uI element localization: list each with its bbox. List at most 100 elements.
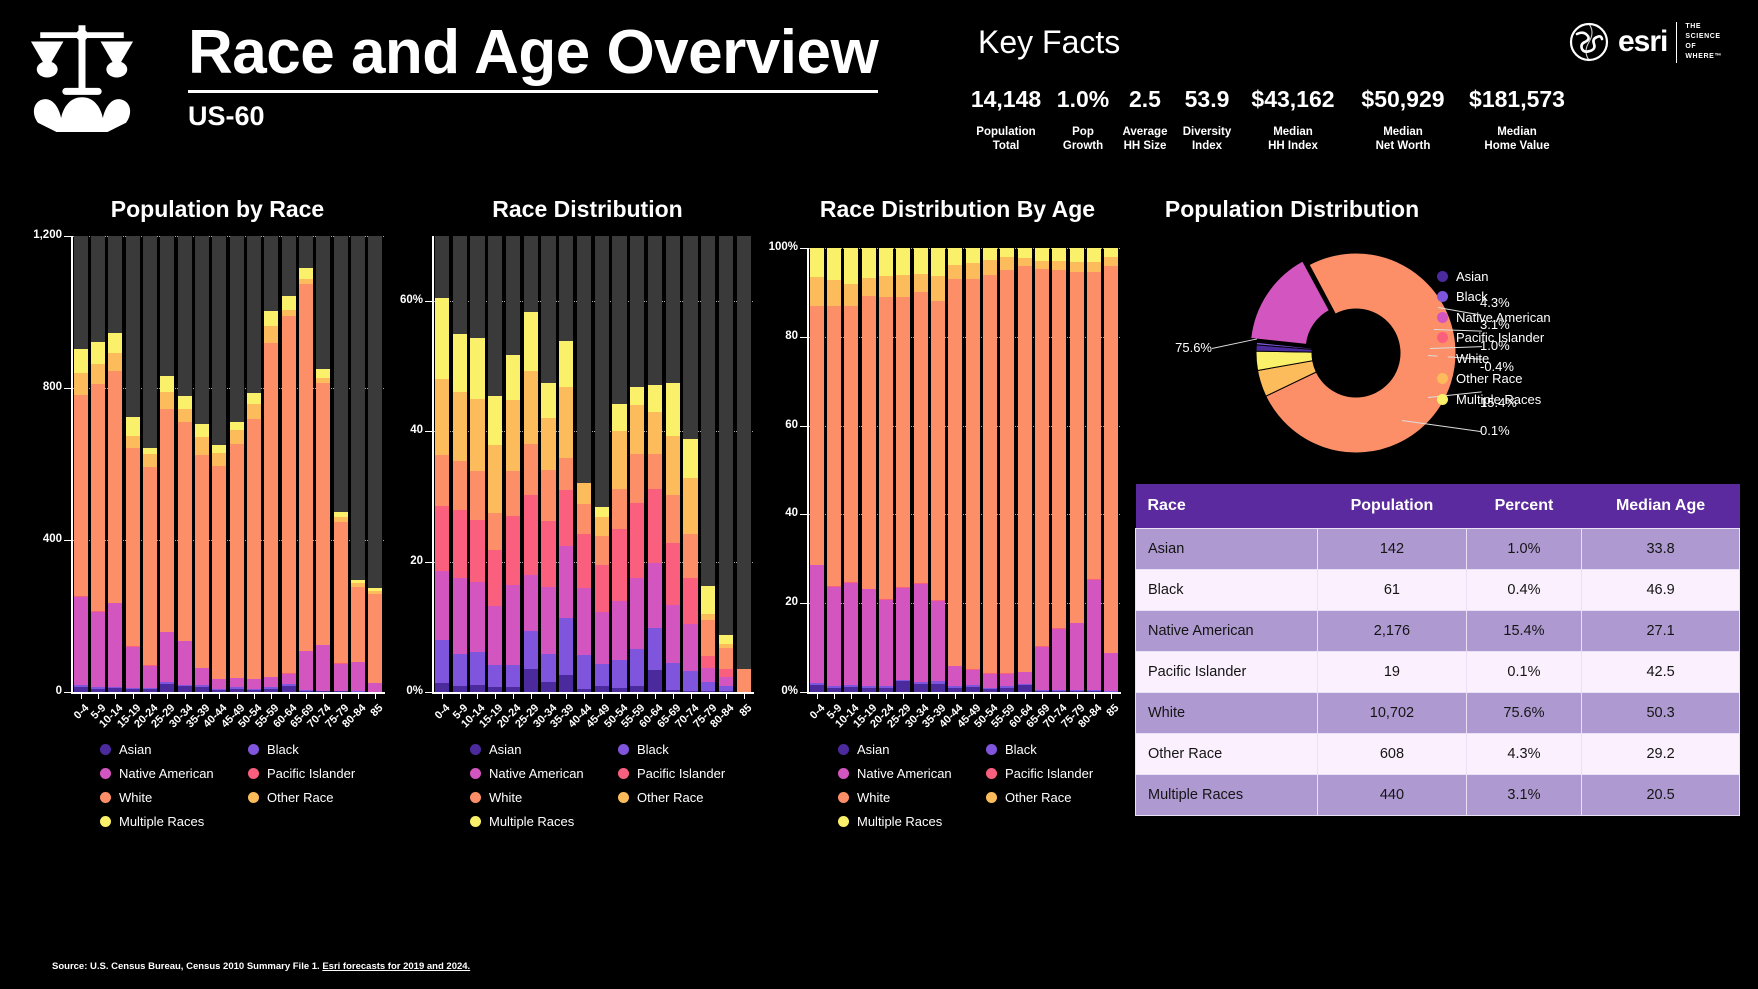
- bar-segment: [1000, 270, 1014, 673]
- bar-column[interactable]: [193, 236, 210, 692]
- x-tick-mark: [903, 693, 904, 699]
- bar-column[interactable]: [451, 236, 469, 692]
- bar-column[interactable]: [895, 248, 912, 692]
- bar-column[interactable]: [611, 236, 629, 692]
- bar-column[interactable]: [682, 236, 700, 692]
- bar-column[interactable]: [486, 236, 504, 692]
- bar-column[interactable]: [72, 236, 89, 692]
- bar-column[interactable]: [699, 236, 717, 692]
- legend-item[interactable]: Native American: [100, 766, 248, 781]
- bar-segment: [879, 297, 893, 599]
- bar-column[interactable]: [263, 236, 280, 692]
- bar-column[interactable]: [843, 248, 860, 692]
- bar-column[interactable]: [929, 248, 946, 692]
- bar-column[interactable]: [593, 236, 611, 692]
- donut-legend-item[interactable]: Black: [1437, 287, 1551, 308]
- legend-item[interactable]: Native American: [470, 766, 618, 781]
- legend-item[interactable]: [618, 814, 766, 829]
- legend-item[interactable]: Pacific Islander: [986, 766, 1134, 781]
- key-fact-label: Diversity Index: [1176, 125, 1238, 154]
- bar-column[interactable]: [159, 236, 176, 692]
- bar-column[interactable]: [297, 236, 314, 692]
- legend-item[interactable]: [248, 814, 396, 829]
- donut-legend-item[interactable]: Asian: [1437, 266, 1551, 287]
- legend-item[interactable]: Asian: [100, 742, 248, 757]
- bar-column[interactable]: [228, 236, 245, 692]
- legend-item[interactable]: Asian: [838, 742, 986, 757]
- bar-column[interactable]: [141, 236, 158, 692]
- bar-column[interactable]: [646, 236, 664, 692]
- bar-column[interactable]: [964, 248, 981, 692]
- bar-column[interactable]: [877, 248, 894, 692]
- legend-item[interactable]: White: [470, 790, 618, 805]
- legend-item[interactable]: Pacific Islander: [618, 766, 766, 781]
- donut-legend-item[interactable]: Native American: [1437, 307, 1551, 328]
- bar-column[interactable]: [176, 236, 193, 692]
- bar-column[interactable]: [825, 248, 842, 692]
- bar-column[interactable]: [717, 236, 735, 692]
- bar-column[interactable]: [504, 236, 522, 692]
- bar-column[interactable]: [349, 236, 366, 692]
- bar-column[interactable]: [124, 236, 141, 692]
- bar-column[interactable]: [628, 236, 646, 692]
- bar-column[interactable]: [912, 248, 929, 692]
- bar-column[interactable]: [332, 236, 349, 692]
- bar-column[interactable]: [522, 236, 540, 692]
- bar-column[interactable]: [315, 236, 332, 692]
- bar-column[interactable]: [981, 248, 998, 692]
- bar-column[interactable]: [540, 236, 558, 692]
- legend-item[interactable]: Asian: [470, 742, 618, 757]
- legend-item[interactable]: Multiple Races: [470, 814, 618, 829]
- bar-column[interactable]: [999, 248, 1016, 692]
- bar-track: [737, 236, 751, 692]
- bar-column[interactable]: [575, 236, 593, 692]
- bar-column[interactable]: [947, 248, 964, 692]
- bar-segment: [230, 444, 244, 678]
- bar-segment: [524, 631, 538, 669]
- bar-column[interactable]: [107, 236, 124, 692]
- bar-stack: [701, 586, 715, 692]
- legend-item[interactable]: White: [838, 790, 986, 805]
- legend-color-dot: [248, 768, 259, 779]
- bar-segment: [264, 311, 278, 326]
- donut-legend-item[interactable]: White: [1437, 348, 1551, 369]
- bar-column[interactable]: [557, 236, 575, 692]
- bar-segment: [577, 534, 591, 587]
- legend-item[interactable]: Black: [248, 742, 396, 757]
- bar-column[interactable]: [280, 236, 297, 692]
- legend-item[interactable]: Black: [986, 742, 1134, 757]
- source-link[interactable]: Esri forecasts for 2019 and 2024.: [322, 961, 470, 972]
- bar-column[interactable]: [860, 248, 877, 692]
- legend-item[interactable]: Pacific Islander: [248, 766, 396, 781]
- x-tick-mark: [637, 693, 638, 699]
- bar-column[interactable]: [433, 236, 451, 692]
- legend-item[interactable]: Other Race: [986, 790, 1134, 805]
- bar-column[interactable]: [1033, 248, 1050, 692]
- legend-item[interactable]: Other Race: [248, 790, 396, 805]
- bar-column[interactable]: [211, 236, 228, 692]
- bar-column[interactable]: [808, 248, 825, 692]
- legend-item[interactable]: White: [100, 790, 248, 805]
- donut-legend-item[interactable]: Multiple Races: [1437, 389, 1551, 410]
- legend-item[interactable]: Multiple Races: [838, 814, 986, 829]
- bar-column[interactable]: [664, 236, 682, 692]
- bar-column[interactable]: [245, 236, 262, 692]
- bar-column[interactable]: [1051, 248, 1068, 692]
- bar-column[interactable]: [735, 236, 753, 692]
- table-cell-percent: 4.3%: [1466, 734, 1581, 775]
- donut-legend-item[interactable]: Other Race: [1437, 369, 1551, 390]
- bar-column[interactable]: [469, 236, 487, 692]
- bar-segment: [506, 471, 520, 516]
- legend-item[interactable]: Other Race: [618, 790, 766, 805]
- bar-column[interactable]: [1103, 248, 1120, 692]
- legend-item[interactable]: Multiple Races: [100, 814, 248, 829]
- legend-item[interactable]: Black: [618, 742, 766, 757]
- bar-column[interactable]: [1016, 248, 1033, 692]
- legend-item[interactable]: Native American: [838, 766, 986, 781]
- bar-column[interactable]: [89, 236, 106, 692]
- bar-segment: [914, 584, 928, 682]
- legend-item[interactable]: [986, 814, 1134, 829]
- bar-column[interactable]: [1085, 248, 1102, 692]
- donut-legend-item[interactable]: Pacific Islander: [1437, 328, 1551, 349]
- bar-column[interactable]: [1068, 248, 1085, 692]
